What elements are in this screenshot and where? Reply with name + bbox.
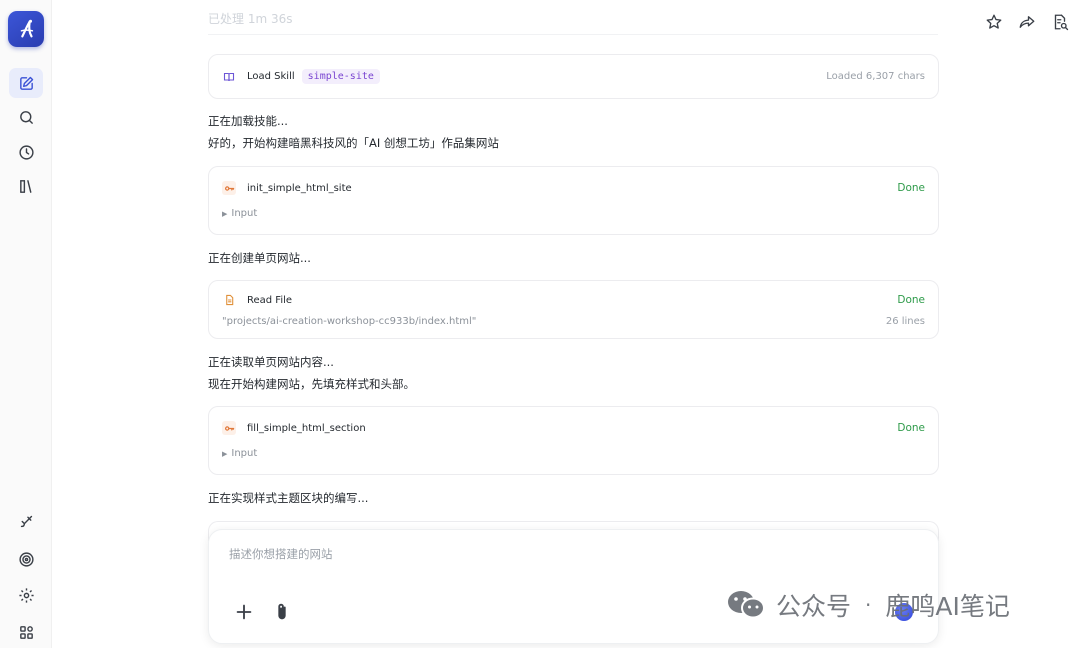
input-toggle-label: Input <box>231 448 258 459</box>
logo-glyph-icon <box>20 19 34 38</box>
watermark-left: 公众号 <box>776 592 852 621</box>
tool-label: Load Skill <box>247 71 295 82</box>
read-file-card[interactable]: Read File Done "projects/ai-creation-wor… <box>208 280 939 339</box>
gear-icon <box>18 587 34 603</box>
document-search-icon <box>1054 14 1068 30</box>
search-icon <box>19 110 33 124</box>
input-toggle-label: Input <box>231 208 258 219</box>
apps-icon <box>19 625 33 639</box>
clock-icon <box>18 144 34 160</box>
attach-button[interactable] <box>271 601 293 623</box>
skill-tag: simple-site <box>301 69 380 84</box>
input-toggle[interactable]: ▶ Input <box>222 208 257 219</box>
add-button[interactable] <box>233 601 255 623</box>
paperclip-icon <box>278 603 286 620</box>
tool-label: init_simple_html_site <box>247 182 352 194</box>
settings-button[interactable] <box>9 580 43 610</box>
apps-button[interactable] <box>9 617 43 647</box>
status-message: 正在实现样式主题区块的编写... <box>208 491 369 505</box>
input-toggle[interactable]: ▶ Input <box>222 448 257 459</box>
star-icon <box>986 14 1001 29</box>
status-done: Done <box>897 294 925 306</box>
books-icon <box>19 179 31 193</box>
caret-right-icon: ▶ <box>222 450 228 458</box>
key-icon <box>222 181 236 195</box>
top-actions <box>983 11 1070 32</box>
key-icon <box>222 421 236 435</box>
composer-placeholder[interactable]: 描述你想搭建的网站 <box>229 546 333 562</box>
target-button[interactable] <box>9 544 43 574</box>
status-done: Done <box>897 422 925 434</box>
file-path: "projects/ai-creation-workshop-cc933b/in… <box>222 316 477 327</box>
status-done: Done <box>897 182 925 194</box>
sidebar <box>0 0 52 648</box>
brush-icon <box>20 515 32 527</box>
share-icon <box>1019 15 1034 28</box>
file-icon <box>222 293 236 307</box>
plus-icon <box>236 604 252 620</box>
caret-right-icon: ▶ <box>222 210 228 218</box>
watermark: 公众号 · 鹿鸣AI笔记 <box>726 587 1010 623</box>
app-window: 已处理 1m 36s Load Skill simple-site Loaded… <box>0 0 1080 648</box>
load-skill-card[interactable]: Load Skill simple-site Loaded 6,307 char… <box>208 54 939 99</box>
status-message: 正在加载技能... <box>208 114 288 128</box>
watermark-separator: · <box>865 593 872 617</box>
library-button[interactable] <box>9 171 43 201</box>
tool-call-card[interactable]: init_simple_html_site Done ▶ Input <box>208 166 939 235</box>
assistant-message: 现在开始构建网站，先填充样式和头部。 <box>208 377 415 391</box>
edit-icon <box>19 76 33 90</box>
watermark-right: 鹿鸣AI笔记 <box>885 592 1010 621</box>
app-logo[interactable] <box>8 11 44 47</box>
assistant-message: 好的，开始构建暗黑科技风的「AI 创想工坊」作品集网站 <box>208 136 499 150</box>
tool-label: fill_simple_html_section <box>247 422 366 434</box>
divider <box>208 34 938 35</box>
line-count: 26 lines <box>885 316 925 327</box>
elapsed-time: 已处理 1m 36s <box>208 12 293 26</box>
brush-button[interactable] <box>9 506 43 536</box>
book-icon <box>222 70 236 84</box>
star-button[interactable] <box>983 11 1004 32</box>
document-search-button[interactable] <box>1049 11 1070 32</box>
status-message: 正在读取单页网站内容... <box>208 355 334 369</box>
status-message: 正在创建单页网站... <box>208 251 311 265</box>
target-icon <box>18 551 34 567</box>
share-button[interactable] <box>1016 11 1037 32</box>
search-button[interactable] <box>9 102 43 132</box>
tool-call-card[interactable]: fill_simple_html_section Done ▶ Input <box>208 406 939 475</box>
loaded-chars: Loaded 6,307 chars <box>826 71 925 82</box>
history-button[interactable] <box>9 137 43 167</box>
new-chat-button[interactable] <box>9 68 43 98</box>
wechat-icon <box>728 591 765 619</box>
tool-label: Read File <box>247 294 293 306</box>
